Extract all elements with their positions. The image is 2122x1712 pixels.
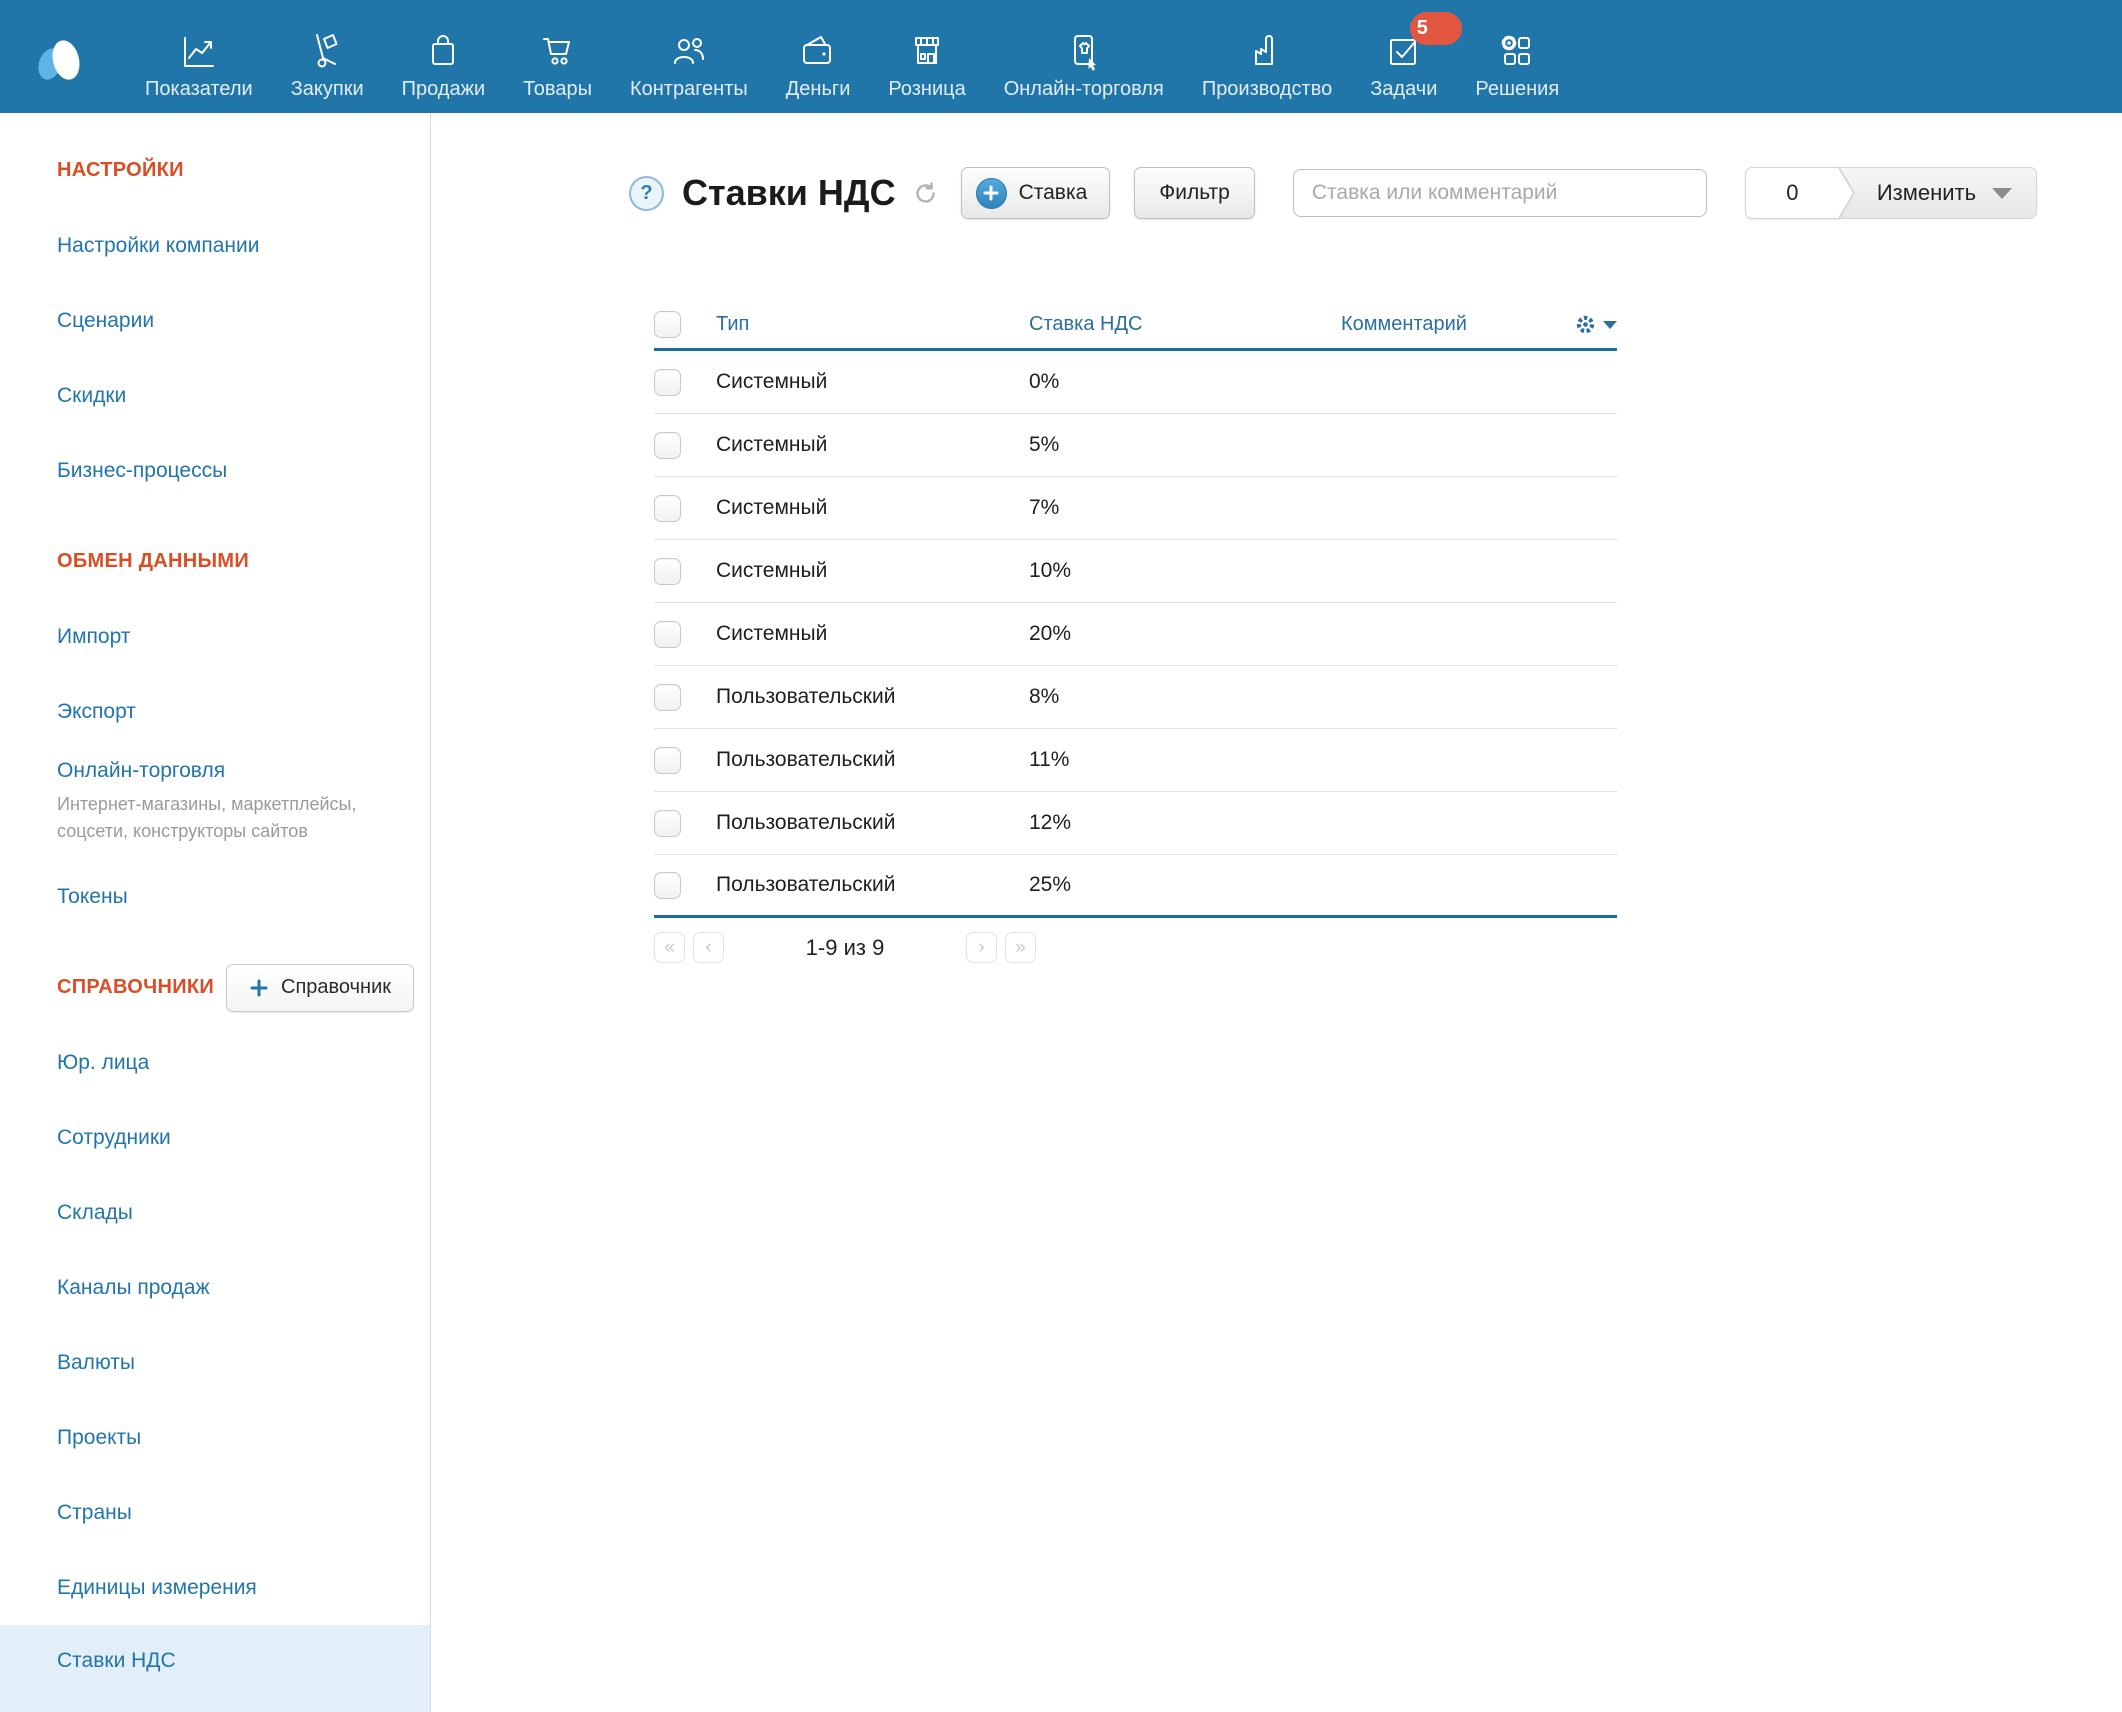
table-row[interactable]: Пользовательский 12% — [654, 792, 1617, 855]
top-navigation: Показатели Закупки Продажи — [0, 0, 2122, 113]
table-row[interactable]: Системный 10% — [654, 540, 1617, 603]
row-checkbox[interactable] — [654, 684, 681, 711]
selection-control: 0 Изменить — [1745, 167, 2037, 219]
row-checkbox[interactable] — [654, 621, 681, 648]
section-title-data-exchange: ОБМЕН ДАННЫМИ — [0, 524, 430, 599]
row-checkbox[interactable] — [654, 369, 681, 396]
sidebar-item-currencies[interactable]: Валюты — [0, 1325, 430, 1400]
nav-item-production[interactable]: Производство — [1183, 0, 1351, 113]
sidebar-item-warehouses[interactable]: Склады — [0, 1175, 430, 1250]
sidebar-item-tokens[interactable]: Токены — [0, 859, 430, 934]
sidebar-item-business-processes[interactable]: Бизнес-процессы — [0, 433, 430, 508]
chevron-down-icon — [1603, 321, 1617, 329]
row-checkbox[interactable] — [654, 432, 681, 459]
online-trade-subtitle: Интернет-магазины, маркетплейсы, соцсети… — [57, 791, 387, 845]
section-title-settings: НАСТРОЙКИ — [0, 133, 430, 208]
table-row[interactable]: Системный 20% — [654, 603, 1617, 666]
pagination-label: 1-9 из 9 — [732, 935, 958, 961]
column-settings-button[interactable] — [1574, 313, 1617, 336]
column-header-rate[interactable]: Ставка НДС — [1029, 313, 1341, 336]
people-icon — [667, 28, 711, 74]
plus-icon — [249, 978, 269, 998]
prev-page-button[interactable]: ‹ — [693, 932, 724, 963]
sidebar-item-legal-entities[interactable]: Юр. лица — [0, 1025, 430, 1100]
gear-icon — [1574, 313, 1597, 336]
tasks-count-badge: 5 — [1410, 12, 1462, 45]
row-checkbox[interactable] — [654, 558, 681, 585]
sidebar-section-settings: НАСТРОЙКИ Настройки компании Сценарии Ск… — [0, 133, 430, 508]
refresh-icon[interactable] — [912, 180, 939, 207]
sidebar-item-vat-rates[interactable]: Ставки НДС — [0, 1625, 430, 1712]
apps-grid-icon — [1495, 28, 1539, 74]
add-directory-button[interactable]: Справочник — [226, 964, 414, 1012]
chart-line-icon — [177, 28, 221, 74]
table-row[interactable]: Пользовательский 11% — [654, 729, 1617, 792]
sidebar-item-countries[interactable]: Страны — [0, 1475, 430, 1550]
nav-item-tasks[interactable]: 5 Задачи — [1351, 0, 1456, 113]
select-all-checkbox[interactable] — [654, 311, 681, 338]
table-row[interactable]: Системный 5% — [654, 414, 1617, 477]
selection-count: 0 — [1745, 167, 1839, 219]
page-header: ? Ставки НДС Ставка Фильтр 0 Изменить — [629, 165, 2122, 221]
sidebar-item-online-trade[interactable]: Онлайн-торговля Интернет-магазины, марке… — [0, 749, 430, 859]
last-page-button[interactable]: » — [1005, 932, 1036, 963]
wallet-icon — [796, 28, 840, 74]
vat-rates-table: Тип Ставка НДС Комментарий Системный 0% — [654, 301, 1617, 918]
search-input[interactable] — [1293, 169, 1707, 217]
main-content: ? Ставки НДС Ставка Фильтр 0 Изменить — [431, 113, 2122, 1712]
sidebar-item-scenarios[interactable]: Сценарии — [0, 283, 430, 358]
table-row[interactable]: Пользовательский 25% — [654, 855, 1617, 918]
sidebar-item-discounts[interactable]: Скидки — [0, 358, 430, 433]
nav-item-indicators[interactable]: Показатели — [126, 0, 272, 113]
nav-item-purchases[interactable]: Закупки — [272, 0, 383, 113]
nav-item-counterparties[interactable]: Контрагенты — [611, 0, 767, 113]
sidebar-section-data-exchange: ОБМЕН ДАННЫМИ Импорт Экспорт Онлайн-торг… — [0, 524, 430, 934]
sidebar-item-sales-channels[interactable]: Каналы продаж — [0, 1250, 430, 1325]
nav-item-money[interactable]: Деньги — [767, 0, 870, 113]
shopping-bag-icon — [421, 28, 465, 74]
table-row[interactable]: Системный 0% — [654, 351, 1617, 414]
nav-item-goods[interactable]: Товары — [504, 0, 611, 113]
section-title-directories: СПРАВОЧНИКИ Справочник — [0, 950, 430, 1025]
next-page-button[interactable]: › — [966, 932, 997, 963]
page-title: Ставки НДС — [682, 172, 896, 214]
row-checkbox[interactable] — [654, 872, 681, 899]
pagination: « ‹ 1-9 из 9 › » — [654, 932, 1036, 963]
row-checkbox[interactable] — [654, 747, 681, 774]
nav-item-online-trade[interactable]: Онлайн-торговля — [985, 0, 1183, 113]
chevron-down-icon — [1992, 188, 2012, 199]
sidebar-item-projects[interactable]: Проекты — [0, 1400, 430, 1475]
plus-icon — [976, 178, 1007, 209]
row-checkbox[interactable] — [654, 810, 681, 837]
phone-commerce-icon — [1062, 28, 1106, 74]
sidebar-item-import[interactable]: Импорт — [0, 599, 430, 674]
sidebar-item-export[interactable]: Экспорт — [0, 674, 430, 749]
edit-dropdown-button[interactable]: Изменить — [1839, 167, 2037, 219]
settings-sidebar: НАСТРОЙКИ Настройки компании Сценарии Ск… — [0, 113, 431, 1712]
nav-item-solutions[interactable]: Решения — [1456, 0, 1578, 113]
sidebar-item-employees[interactable]: Сотрудники — [0, 1100, 430, 1175]
table-row[interactable]: Пользовательский 8% — [654, 666, 1617, 729]
table-row[interactable]: Системный 7% — [654, 477, 1617, 540]
column-header-type[interactable]: Тип — [716, 313, 1029, 336]
handtruck-icon — [305, 28, 349, 74]
column-header-comment[interactable]: Комментарий — [1341, 313, 1567, 336]
sidebar-item-company-settings[interactable]: Настройки компании — [0, 208, 430, 283]
help-icon[interactable]: ? — [629, 176, 664, 211]
production-icon — [1245, 28, 1289, 74]
nav-item-retail[interactable]: Розница — [869, 0, 984, 113]
cart-icon — [536, 28, 580, 74]
first-page-button[interactable]: « — [654, 932, 685, 963]
nav-item-sales[interactable]: Продажи — [383, 0, 505, 113]
nav-items: Показатели Закупки Продажи — [126, 0, 1578, 113]
storefront-icon — [905, 28, 949, 74]
add-vat-rate-button[interactable]: Ставка — [961, 167, 1111, 219]
filter-button[interactable]: Фильтр — [1134, 167, 1255, 219]
table-header: Тип Ставка НДС Комментарий — [654, 301, 1617, 351]
moysklad-logo[interactable] — [26, 24, 92, 90]
row-checkbox[interactable] — [654, 495, 681, 522]
sidebar-section-directories: СПРАВОЧНИКИ Справочник Юр. лица Сотрудни… — [0, 950, 430, 1712]
sidebar-item-units[interactable]: Единицы измерения — [0, 1550, 430, 1625]
